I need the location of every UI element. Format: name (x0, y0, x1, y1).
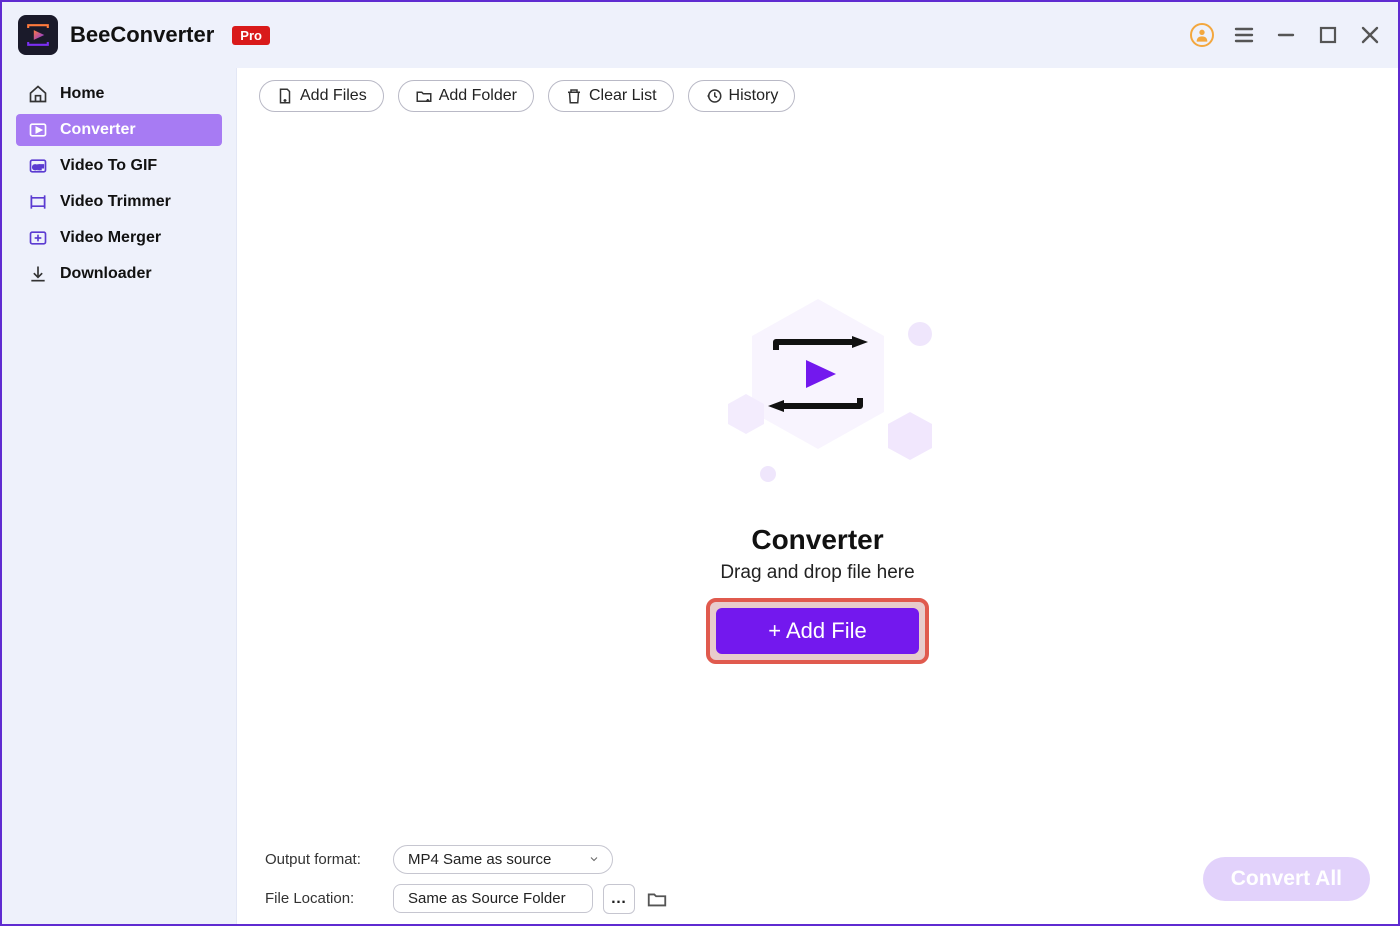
sidebar-item-label: Downloader (60, 265, 152, 283)
pro-badge: Pro (232, 26, 270, 45)
sidebar: Home Converter GIF Video To GIF Video Tr… (2, 68, 237, 924)
chevron-down-icon (588, 853, 600, 865)
trash-icon (565, 87, 583, 105)
app-title: BeeConverter (70, 22, 214, 48)
add-folder-icon (415, 87, 433, 105)
clear-list-button[interactable]: Clear List (548, 80, 674, 112)
window: BeeConverter Pro (0, 0, 1400, 926)
app-logo (18, 15, 58, 55)
hero-title: Converter (751, 524, 883, 556)
account-icon[interactable] (1190, 23, 1214, 47)
home-icon (28, 84, 48, 104)
merger-icon (28, 228, 48, 248)
tool-btn-label: Add Files (300, 87, 367, 105)
output-format-select[interactable]: MP4 Same as source (393, 845, 613, 874)
download-icon (28, 264, 48, 284)
app-body: Home Converter GIF Video To GIF Video Tr… (2, 68, 1398, 924)
tool-btn-label: Clear List (589, 87, 657, 105)
toolbar: Add Files Add Folder Clear List (237, 68, 1398, 124)
tool-btn-label: Add Folder (439, 87, 517, 105)
history-icon (705, 87, 723, 105)
footer-left: Output format: MP4 Same as source File L… (265, 845, 669, 914)
sidebar-item-label: Video Trimmer (60, 193, 171, 211)
file-location-value: Same as Source Folder (408, 890, 566, 907)
add-files-button[interactable]: Add Files (259, 80, 384, 112)
open-folder-icon[interactable] (645, 887, 669, 911)
file-location-row: File Location: Same as Source Folder … (265, 884, 669, 914)
sidebar-item-video-merger[interactable]: Video Merger (16, 222, 222, 254)
tool-btn-label: History (729, 87, 779, 105)
file-location-more-button[interactable]: … (603, 884, 635, 914)
file-location-select[interactable]: Same as Source Folder (393, 884, 593, 913)
footer: Output format: MP4 Same as source File L… (237, 834, 1398, 924)
sidebar-item-video-trimmer[interactable]: Video Trimmer (16, 186, 222, 218)
maximize-icon[interactable] (1316, 23, 1340, 47)
minimize-icon[interactable] (1274, 23, 1298, 47)
add-files-icon (276, 87, 294, 105)
output-format-value: MP4 Same as source (408, 851, 551, 868)
hamburger-menu-icon[interactable] (1232, 23, 1256, 47)
sidebar-item-video-to-gif[interactable]: GIF Video To GIF (16, 150, 222, 182)
close-icon[interactable] (1358, 23, 1382, 47)
output-format-label: Output format: (265, 851, 375, 868)
converter-icon (28, 120, 48, 140)
svg-text:GIF: GIF (32, 164, 43, 171)
sidebar-item-home[interactable]: Home (16, 78, 222, 110)
sidebar-item-label: Video Merger (60, 229, 161, 247)
sidebar-item-label: Converter (60, 121, 136, 139)
content-area[interactable]: Converter Drag and drop file here + Add … (237, 124, 1398, 834)
sidebar-item-downloader[interactable]: Downloader (16, 258, 222, 290)
converter-illustration (668, 294, 968, 504)
gif-icon: GIF (28, 156, 48, 176)
output-format-row: Output format: MP4 Same as source (265, 845, 669, 874)
hero-subtitle: Drag and drop file here (720, 562, 914, 584)
convert-all-button[interactable]: Convert All (1203, 857, 1370, 901)
add-folder-button[interactable]: Add Folder (398, 80, 534, 112)
trimmer-icon (28, 192, 48, 212)
titlebar: BeeConverter Pro (2, 2, 1398, 68)
file-location-label: File Location: (265, 890, 375, 907)
add-file-button[interactable]: + Add File (716, 608, 918, 654)
sidebar-item-label: Video To GIF (60, 157, 157, 175)
main: Add Files Add Folder Clear List (237, 68, 1398, 924)
sidebar-item-converter[interactable]: Converter (16, 114, 222, 146)
add-file-highlight: + Add File (706, 598, 928, 664)
sidebar-item-label: Home (60, 85, 104, 103)
history-button[interactable]: History (688, 80, 796, 112)
titlebar-controls (1190, 23, 1382, 47)
